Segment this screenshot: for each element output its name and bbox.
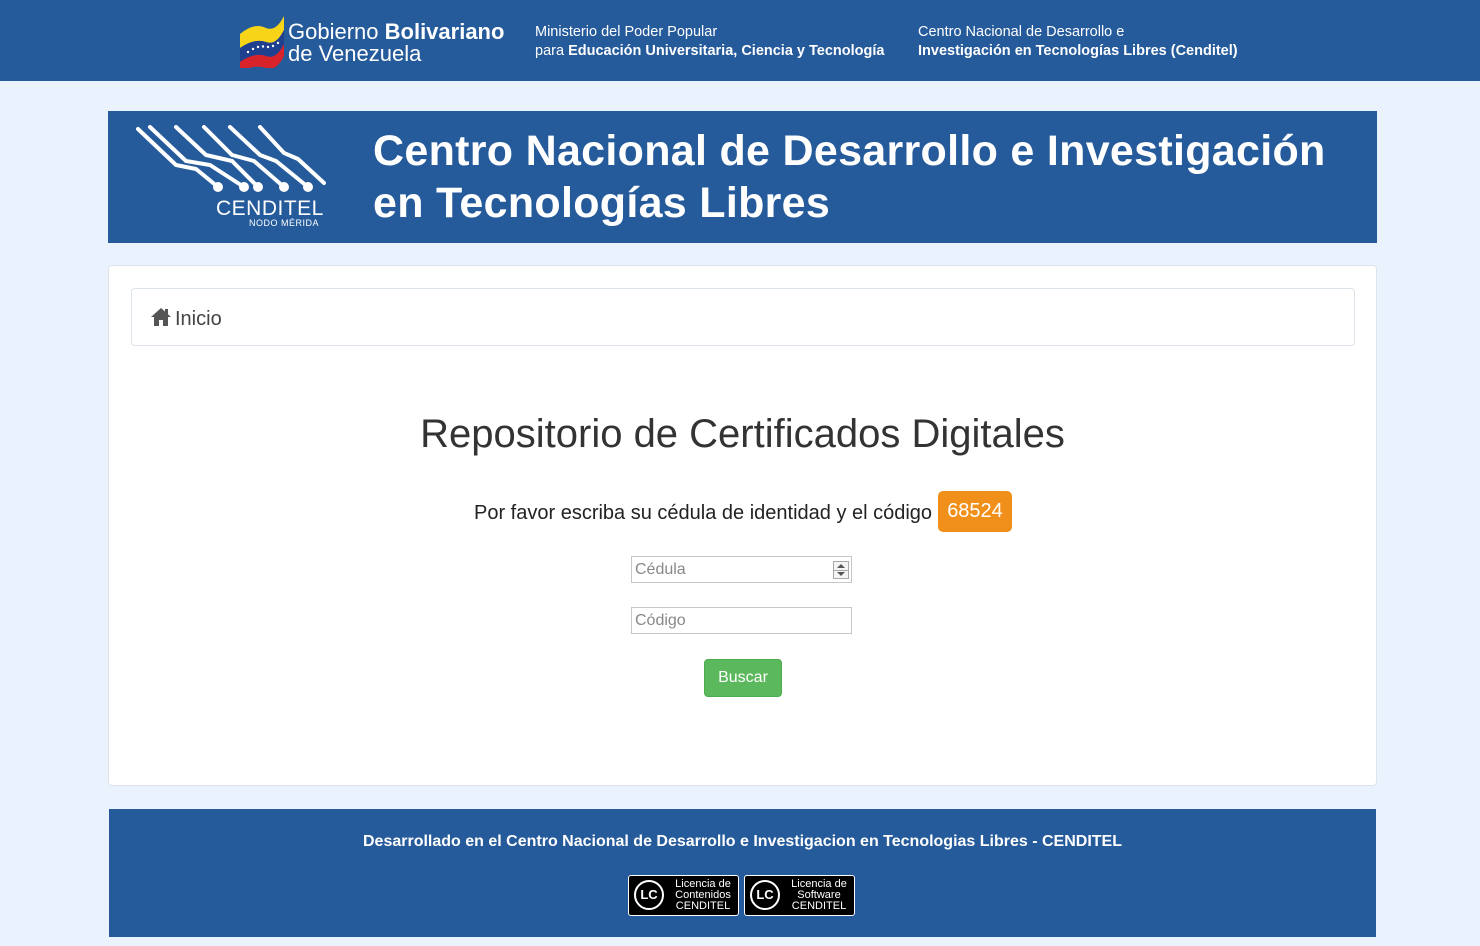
number-spinner[interactable] (833, 561, 849, 579)
footer: Desarrollado en el Centro Nacional de De… (109, 809, 1376, 937)
footer-credits: Desarrollado en el Centro Nacional de De… (363, 833, 1122, 850)
spinner-up-icon[interactable] (837, 564, 845, 568)
main-panel: Inicio Repositorio de Certificados Digit… (108, 265, 1377, 786)
cenditel-brand-sub: NODO MÉRIDA (249, 218, 320, 228)
home-icon (151, 308, 171, 326)
search-button[interactable]: Buscar (704, 659, 782, 697)
spinner-divider (834, 570, 848, 571)
venezuela-flag-logo (240, 16, 284, 68)
content-license-badge[interactable]: LC Licencia de Contenidos CENDITEL (628, 875, 739, 916)
license-mark-icon: LC (750, 880, 780, 910)
verification-code-badge: 68524 (938, 491, 1012, 532)
banner-title: Centro Nacional de Desarrollo e Investig… (373, 127, 1326, 227)
cenditel-banner: CENDITEL NODO MÉRIDA Centro Nacional de … (108, 111, 1377, 243)
license-text: Licencia de Contenidos CENDITEL (675, 878, 731, 912)
breadcrumb-home[interactable]: Inicio (131, 288, 1355, 346)
ministry-name: Ministerio del Poder Popular para Educac… (535, 24, 885, 59)
cedula-input[interactable] (631, 556, 852, 583)
home-link-label[interactable]: Inicio (175, 308, 222, 331)
government-header: Gobierno Bolivariano de Venezuela Minist… (0, 0, 1480, 81)
codigo-input[interactable] (631, 607, 852, 634)
license-text: Licencia de Software CENDITEL (791, 878, 847, 912)
instruction-text: Por favor escriba su cédula de identidad… (474, 502, 933, 524)
page-title: Repositorio de Certificados Digitales (420, 412, 1065, 456)
spinner-down-icon[interactable] (837, 572, 845, 576)
software-license-badge[interactable]: LC Licencia de Software CENDITEL (744, 875, 855, 916)
center-name: Centro Nacional de Desarrollo e Investig… (918, 24, 1238, 59)
government-title: Gobierno Bolivariano de Venezuela (288, 19, 505, 66)
license-mark-icon: LC (634, 880, 664, 910)
